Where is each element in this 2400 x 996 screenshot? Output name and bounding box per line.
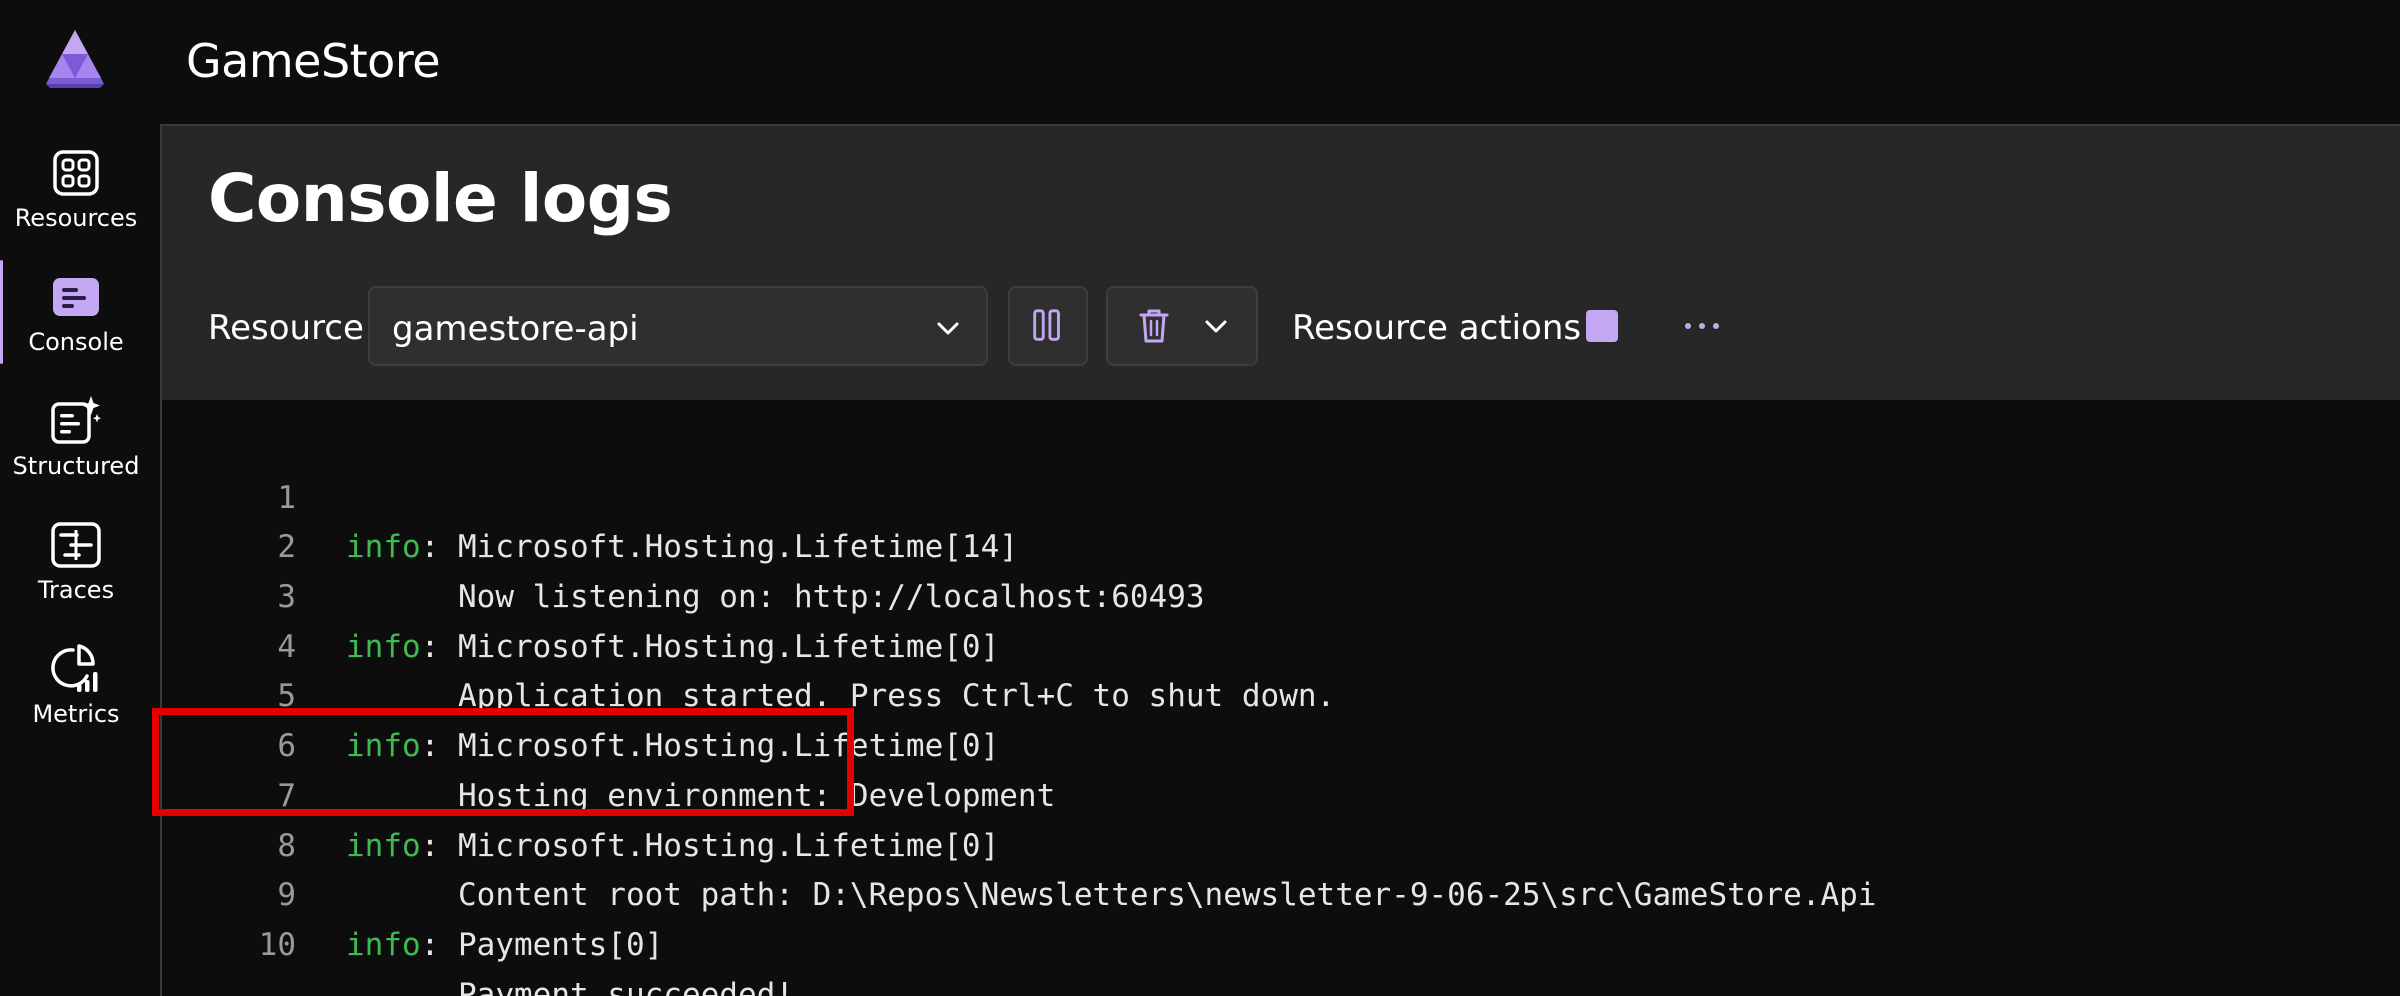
nav-item-resources[interactable]: Resources (0, 130, 152, 248)
aspire-logo-icon[interactable] (42, 28, 108, 90)
more-options-icon[interactable] (1680, 306, 1724, 346)
console-icon (53, 278, 99, 316)
resource-select[interactable]: gamestore-api (368, 286, 988, 366)
chevron-down-icon[interactable] (1202, 312, 1230, 340)
resource-actions-label: Resource actions (1292, 308, 1582, 348)
log-line: 3 info: Microsoft.Hosting.Lifetime[0] (162, 523, 2400, 665)
app-window: Resources Console Structured Traces Metr… (0, 0, 2400, 996)
nav-label-resources: Resources (14, 204, 138, 232)
clear-logs-button[interactable] (1106, 286, 1258, 366)
resource-select-value: gamestore-api (392, 309, 639, 349)
metrics-icon (51, 644, 98, 692)
log-line: 9 info: Payments[0] (162, 822, 2400, 963)
log-line: 5 info: Microsoft.Hosting.Lifetime[0] (162, 623, 2400, 764)
main-panel: Console logs Resource gamestore-api Reso… (160, 124, 2400, 996)
log-text: : Payments[0] (420, 926, 664, 963)
nav-item-traces[interactable]: Traces (0, 502, 152, 620)
nav-label-console: Console (28, 328, 124, 356)
nav-item-metrics[interactable]: Metrics (0, 626, 152, 744)
nav-label-structured: Structured (12, 452, 140, 480)
log-level: info (346, 926, 421, 963)
log-line: 1 info: Microsoft.Hosting.Lifetime[14] (162, 424, 2400, 566)
resource-label: Resource (208, 308, 364, 348)
nav-item-console[interactable]: Console (0, 254, 152, 372)
app-title: GameStore (186, 34, 441, 88)
log-line: 8 Content root path: D:\Repos\Newsletter… (162, 772, 2400, 914)
log-line: 2 Now listening on: http://localhost:604… (162, 474, 2400, 615)
page-title: Console logs (208, 160, 673, 237)
nav-rail: Resources Console Structured Traces Metr… (0, 0, 160, 996)
log-line: 4 Application started. Press Ctrl+C to s… (162, 573, 2400, 715)
pause-icon (1033, 309, 1060, 341)
console-header: Console logs Resource gamestore-api Reso… (162, 126, 2400, 400)
nav-label-traces: Traces (37, 576, 115, 604)
log-output: 1 info: Microsoft.Hosting.Lifetime[14] 2… (162, 424, 2400, 996)
pause-button[interactable] (1008, 286, 1088, 366)
resources-grid-icon (53, 150, 99, 196)
chevron-down-icon (937, 322, 959, 335)
log-line: 6 Hosting environment: Development (162, 672, 2400, 814)
stop-icon[interactable] (1582, 306, 1622, 346)
trash-icon (1139, 309, 1169, 343)
log-line: 7 info: Microsoft.Hosting.Lifetime[0] (162, 722, 2400, 864)
line-number: 10 (258, 926, 296, 963)
nav-item-structured[interactable]: Structured (0, 378, 152, 496)
nav-label-metrics: Metrics (32, 700, 120, 728)
log-line: 10 Payment succeeded! (162, 871, 2400, 996)
structured-logs-icon (51, 396, 101, 444)
traces-icon (51, 522, 101, 568)
log-text: Payment succeeded! (458, 976, 794, 996)
